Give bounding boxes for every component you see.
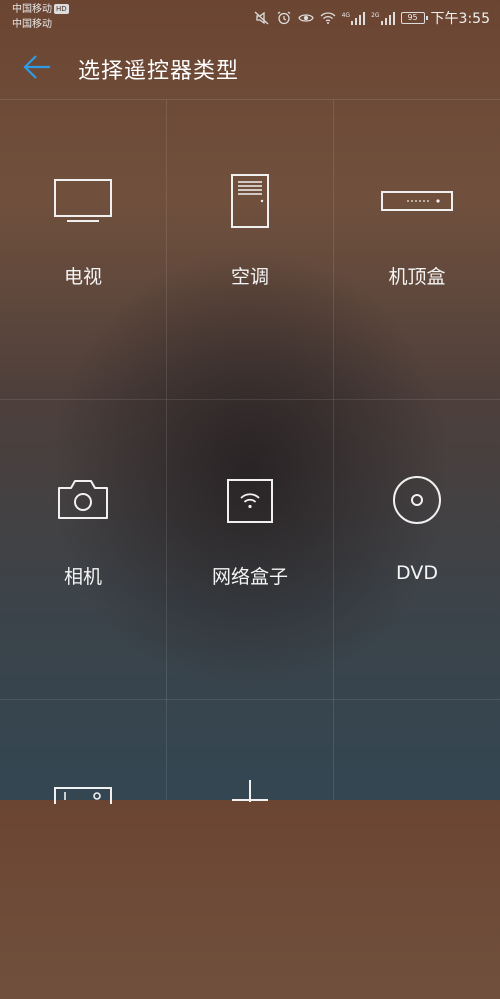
- device-label: 电视: [63, 266, 102, 288]
- device-tile-fan[interactable]: [167, 700, 333, 999]
- alarm-icon: [277, 11, 290, 25]
- device-label: DVD: [396, 562, 438, 584]
- device-tile-set-top-box[interactable]: 机顶盒: [334, 100, 500, 399]
- signal-icon: [380, 11, 395, 25]
- mute-icon: [254, 11, 269, 25]
- toolbar: 选择遥控器类型: [0, 34, 500, 100]
- network-type-2: 2G: [371, 11, 380, 19]
- device-tile-camera[interactable]: 相机: [0, 400, 166, 699]
- device-tile-more[interactable]: [334, 700, 500, 999]
- device-label: 网络盒子: [211, 566, 288, 588]
- page-title: 选择遥控器类型: [78, 59, 240, 84]
- battery-icon: 95: [400, 12, 428, 24]
- eye-comfort-icon: [297, 14, 314, 22]
- camera-icon: [58, 480, 108, 519]
- device-tile-air-conditioner[interactable]: 空调: [167, 100, 333, 399]
- carrier-1: 中国移动 HD: [12, 3, 69, 16]
- hd-badge: HD: [54, 4, 69, 14]
- device-label: 机顶盒: [388, 266, 446, 288]
- wifi-icon: [320, 12, 336, 24]
- device-tile-network-box[interactable]: 网络盒子: [167, 400, 333, 699]
- signal-icon: [351, 11, 366, 25]
- carrier-2: 中国移动: [12, 19, 52, 30]
- clock: 下午3:55: [430, 11, 490, 27]
- signal-2: 2G: [371, 11, 395, 25]
- device-tile-tv[interactable]: 电视: [0, 100, 166, 399]
- device-label: 空调: [230, 266, 269, 288]
- tv-icon: [54, 179, 112, 222]
- signal-1: 4G: [341, 11, 366, 25]
- network-type-1: 4G: [341, 11, 351, 19]
- status-bar: 中国移动 HD 中国移动 4G 2G 95 下午3:55: [0, 0, 500, 34]
- air-conditioner-icon: [231, 174, 269, 228]
- set-top-box-icon: [381, 191, 453, 211]
- device-tile-projector[interactable]: [0, 700, 166, 999]
- back-button[interactable]: [22, 52, 54, 82]
- device-type-grid: 电视 空调 机顶盒 相机 网络盒子 DVD: [0, 100, 500, 804]
- dvd-icon: [393, 476, 441, 524]
- fan-icon: [232, 780, 268, 802]
- network-box-icon: [227, 479, 273, 523]
- device-tile-dvd[interactable]: DVD: [334, 400, 500, 699]
- arrow-left-icon: [23, 55, 50, 79]
- carrier-1-label: 中国移动: [12, 4, 52, 15]
- projector-icon: [54, 787, 112, 804]
- device-label: 相机: [63, 566, 102, 588]
